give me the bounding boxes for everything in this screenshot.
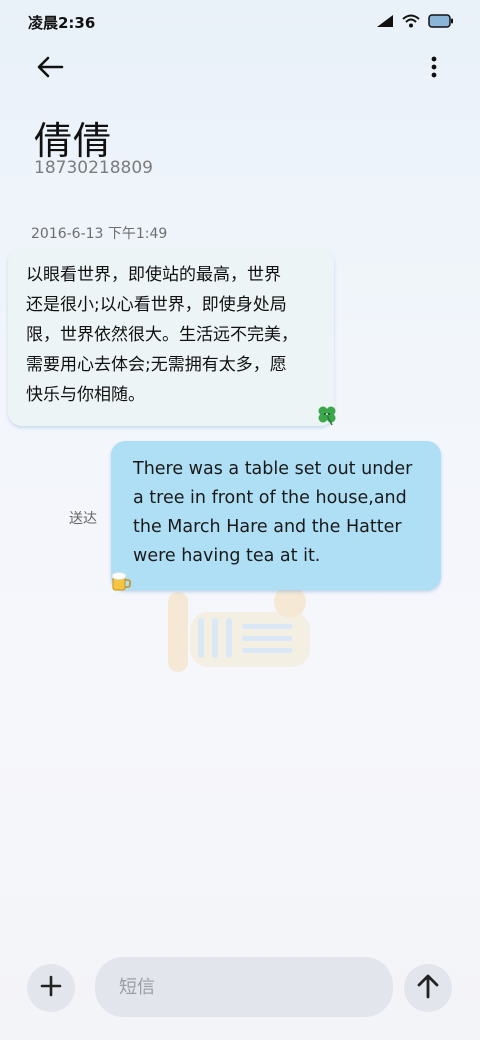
delivery-status: 送达 [69, 511, 97, 527]
signal-icon [376, 14, 394, 28]
status-bar: 凌晨2:36 [0, 0, 480, 44]
incoming-message-bubble[interactable]: 以眼看世界，即使站的最高，世界 还是很小;以心看世界，即使身处局 限，世界依然很… [8, 248, 334, 426]
contact-number: 18730218809 [34, 158, 153, 178]
message-timestamp: 2016-6-13 下午1:49 [31, 226, 168, 242]
message-input[interactable] [95, 957, 393, 1017]
status-icons [376, 14, 454, 28]
more-options-button[interactable] [424, 54, 444, 84]
watermark-illustration [150, 582, 330, 682]
contact-name: 倩倩 [34, 119, 113, 163]
add-attachment-button[interactable] [27, 964, 75, 1012]
status-time: 凌晨2:36 [28, 14, 96, 32]
beer-mug-icon [110, 570, 132, 592]
incoming-message-text: 以眼看世界，即使站的最高，世界 还是很小;以心看世界，即使身处局 限，世界依然很… [26, 265, 298, 405]
more-vertical-icon [431, 56, 437, 82]
outgoing-message-text: There was a table set out under a tree i… [133, 459, 413, 566]
outgoing-message-bubble[interactable]: There was a table set out under a tree i… [111, 441, 441, 590]
send-button[interactable] [404, 964, 452, 1012]
arrow-up-icon [416, 973, 440, 1003]
back-arrow-icon [36, 56, 64, 82]
wifi-icon [402, 14, 420, 28]
back-button[interactable] [32, 54, 68, 84]
clover-icon [316, 404, 338, 426]
plus-icon [40, 975, 62, 1001]
battery-icon [428, 14, 454, 28]
